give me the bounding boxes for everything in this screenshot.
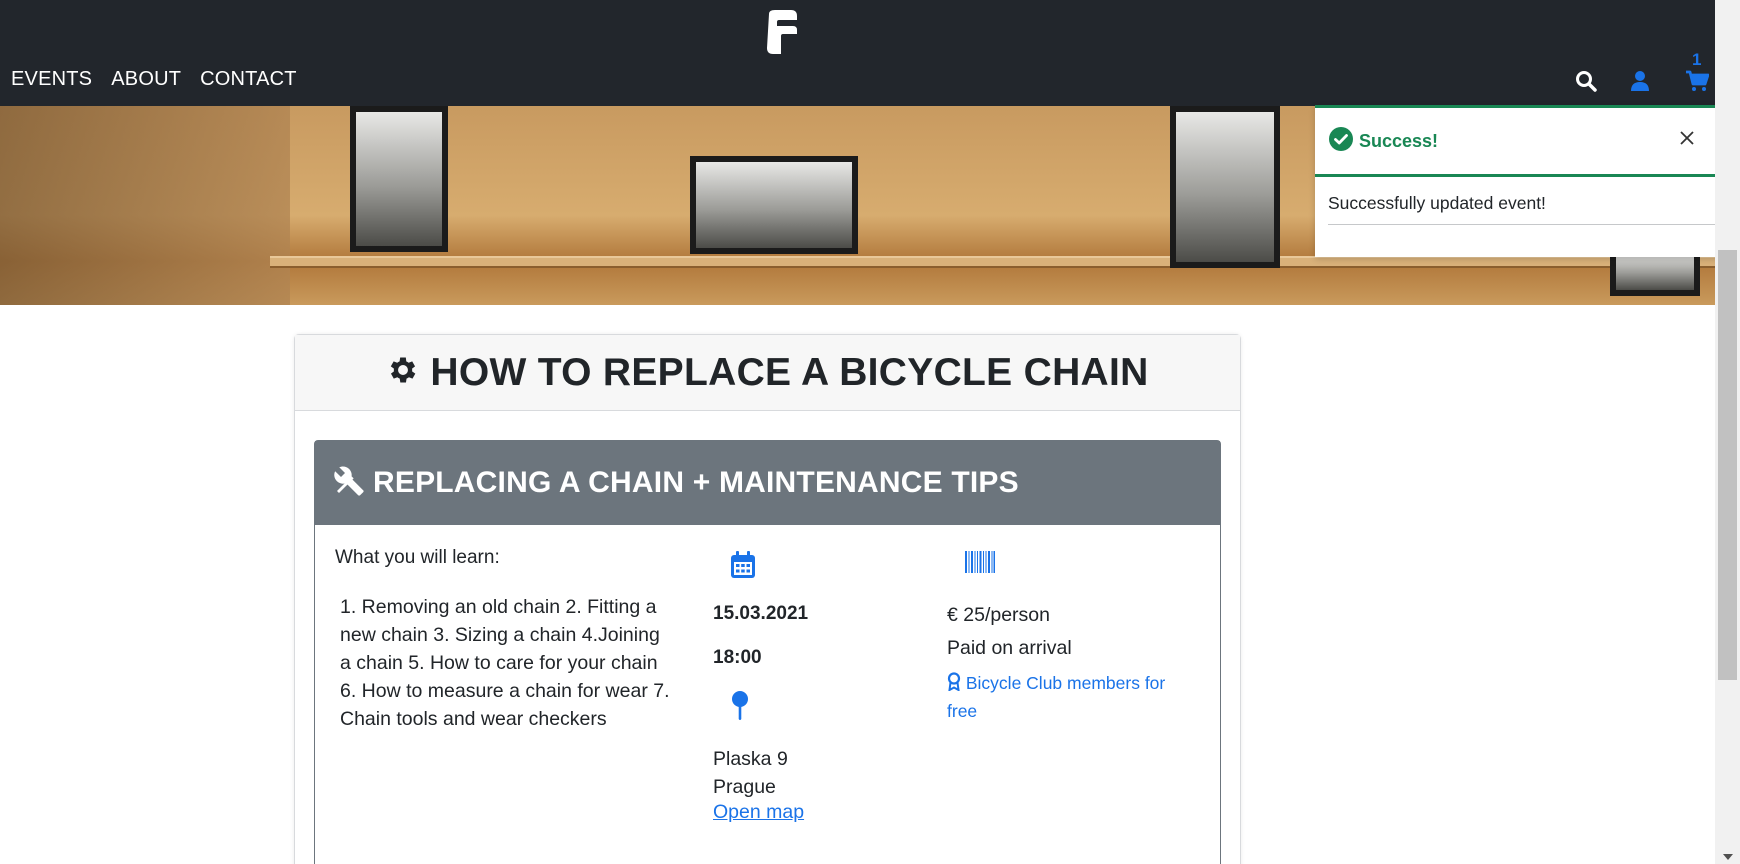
pin-icon [731, 691, 913, 727]
nav-link-contact[interactable]: CONTACT [200, 68, 297, 91]
hero-photo-frame [690, 156, 858, 254]
date-location-column: 15.03.2021 18:00 Plaska 9 Prague Open ma… [713, 551, 913, 824]
hero-photo-frame [1170, 106, 1280, 268]
event-date: 15.03.2021 [713, 603, 809, 624]
check-circle-icon [1329, 126, 1353, 156]
toast-message: Successfully updated event! [1328, 177, 1719, 225]
barcode-icon [965, 551, 1177, 589]
price-column: € 25/person Paid on arrival Bicycle Club… [947, 551, 1177, 725]
cart-icon[interactable] [1685, 70, 1710, 97]
learn-column: What you will learn: 1. Removing an old … [335, 547, 675, 733]
hero-wall-shade [0, 106, 290, 305]
event-title: HOW TO REPLACE A BICYCLE CHAIN [430, 350, 1149, 394]
event-detail-card: REPLACING A CHAIN + MAINTENANCE TIPS Wha… [314, 440, 1221, 864]
search-icon[interactable] [1575, 70, 1597, 97]
cart-count-badge: 1 [1692, 50, 1702, 69]
payment-note: Paid on arrival [947, 637, 1072, 659]
gear-icon [386, 353, 420, 392]
member-free-link[interactable]: Bicycle Club members for free [947, 669, 1177, 725]
award-icon [947, 672, 966, 693]
navbar: EVENTS ABOUT CONTACT 1 [0, 0, 1715, 106]
close-icon[interactable] [1680, 131, 1694, 150]
learn-heading: What you will learn: [335, 547, 500, 568]
event-price: € 25/person [947, 604, 1050, 626]
address-line-1: Plaska 9 [713, 748, 788, 770]
success-toast: Success! Successfully updated event! [1315, 105, 1732, 257]
nav-link-events[interactable]: EVENTS [11, 68, 92, 91]
event-detail-header: REPLACING A CHAIN + MAINTENANCE TIPS [315, 441, 1220, 525]
address-line-2: Prague [713, 776, 776, 798]
site-logo[interactable] [763, 10, 797, 54]
open-map-link[interactable]: Open map [713, 801, 913, 824]
page-scrollbar[interactable] [1715, 0, 1740, 864]
toast-header: Success! [1315, 108, 1732, 177]
scroll-down-arrow-icon[interactable] [1723, 854, 1733, 860]
event-subtitle: REPLACING A CHAIN + MAINTENANCE TIPS [373, 466, 1019, 499]
user-icon[interactable] [1630, 70, 1650, 97]
learn-description: 1. Removing an old chain 2. Fitting a ne… [340, 596, 670, 730]
event-card: HOW TO REPLACE A BICYCLE CHAIN REPLACING… [294, 334, 1241, 864]
hero-shelf [270, 256, 1715, 268]
member-free-text: Bicycle Club members for free [947, 673, 1166, 721]
calendar-icon [730, 551, 913, 589]
nav-link-about[interactable]: ABOUT [111, 68, 181, 91]
toast-title: Success! [1359, 130, 1439, 151]
hero-photo-frame [350, 106, 448, 252]
tools-icon [333, 465, 365, 502]
nav-actions: 1 [1515, 50, 1715, 97]
scrollbar-thumb[interactable] [1718, 250, 1737, 680]
event-card-header: HOW TO REPLACE A BICYCLE CHAIN [295, 335, 1240, 411]
main-nav: EVENTS ABOUT CONTACT [11, 68, 297, 91]
event-time: 18:00 [713, 647, 762, 668]
